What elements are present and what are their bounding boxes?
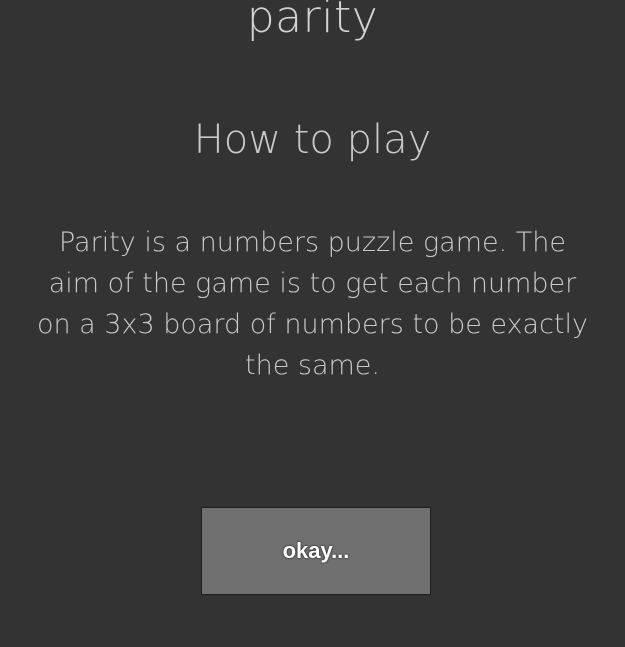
how-to-play-heading: How to play bbox=[193, 117, 432, 163]
okay-button[interactable]: okay... bbox=[201, 507, 431, 595]
instructions-text: Parity is a numbers puzzle game. The aim… bbox=[36, 227, 589, 381]
app-title: parity bbox=[246, 0, 379, 43]
